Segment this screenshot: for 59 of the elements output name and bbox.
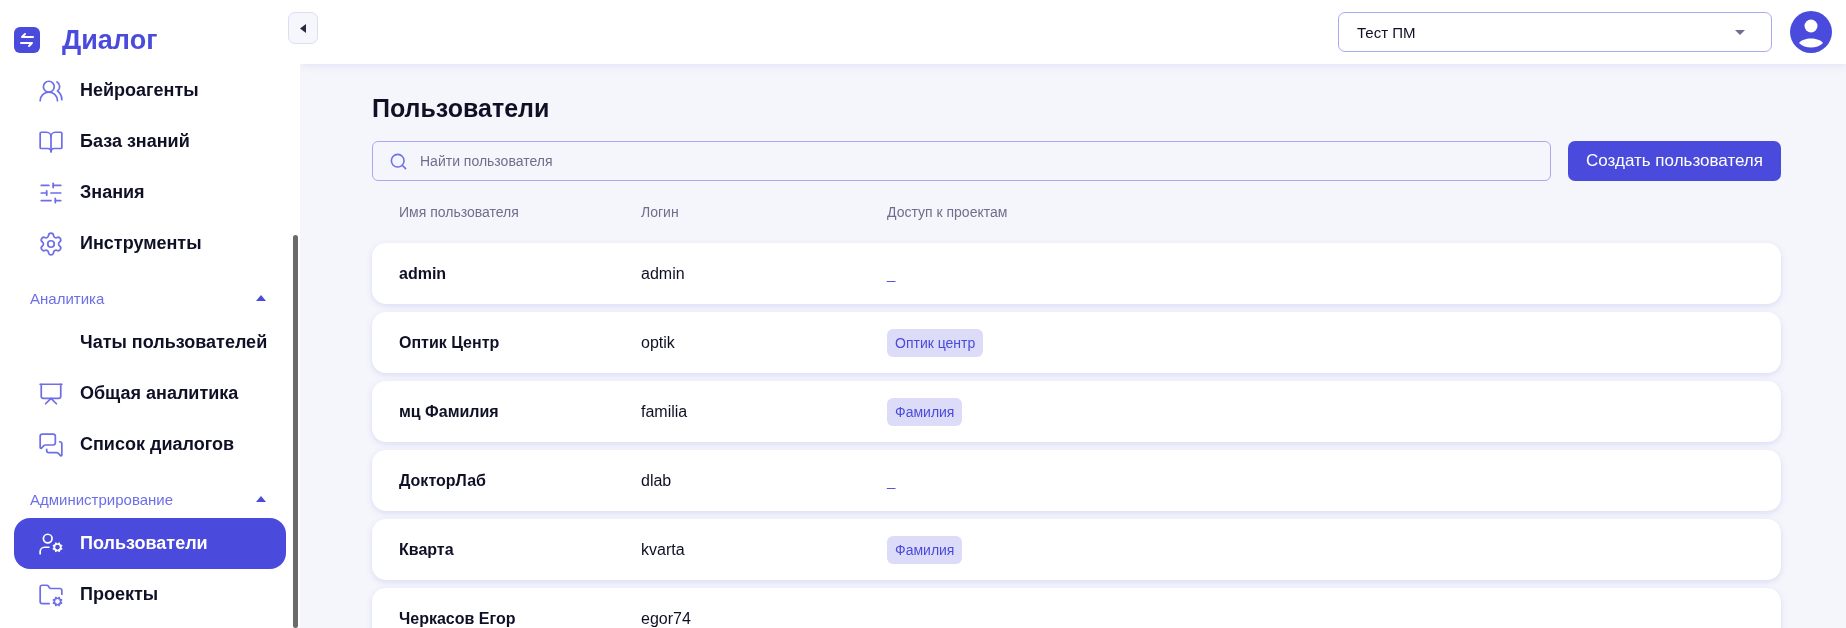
avatar-icon[interactable] [1790, 11, 1832, 53]
sidebar-item[interactable]: Чаты пользователей [14, 317, 286, 368]
user-row[interactable]: мц Фамилия familia Фамилия [372, 381, 1781, 442]
sidebar-item[interactable]: Нейроагенты [14, 65, 286, 116]
user-login: optik [641, 333, 676, 352]
project-tag: Фамилия [887, 535, 963, 564]
sliders-icon [38, 179, 64, 206]
user-name: admin [399, 264, 448, 283]
user-name: ДокторЛаб [399, 471, 487, 490]
sidebar-item[interactable]: Пользователи [14, 518, 286, 569]
caret-icon[interactable] [256, 496, 266, 502]
project-select[interactable]: Тест ПМ [1338, 12, 1772, 52]
user-login: kvarta [641, 540, 686, 559]
user-row[interactable]: Кварта kvarta Фамилия [372, 519, 1781, 580]
user-row[interactable]: Черкасов Егор egor74 [372, 588, 1781, 628]
search-input[interactable]: Найти пользователя [418, 152, 1534, 170]
caret-icon [1735, 29, 1745, 35]
empty-access: _ [887, 472, 896, 489]
collapse-button[interactable] [288, 12, 318, 44]
presentation-icon [38, 380, 64, 407]
section-title: Аналитика [30, 289, 105, 307]
empty-access: _ [887, 265, 896, 282]
user-name: Оптик Центр [399, 333, 501, 352]
section-title: Администрирование [30, 490, 174, 508]
user-name: Кварта [399, 540, 455, 559]
folder-gear-icon [38, 581, 64, 608]
settings-icon [38, 230, 64, 257]
column-header: Доступ к проектам [887, 204, 1009, 220]
scrollbar[interactable] [293, 235, 298, 628]
search-icon [389, 151, 408, 171]
project-tag: Оптик центр [887, 328, 984, 357]
user-name: мц Фамилия [399, 402, 500, 421]
sidebar-item[interactable]: Проекты [14, 569, 286, 620]
caret-icon[interactable] [256, 295, 266, 301]
page-title: Пользователи [372, 94, 551, 123]
user-row[interactable]: admin admin _ [372, 243, 1781, 304]
user-name: Черкасов Егор [399, 609, 517, 628]
column-header: Логин [641, 204, 680, 220]
column-header: Имя пользователя [399, 204, 520, 220]
sidebar-item[interactable]: Список диалогов [14, 419, 286, 470]
sidebar-item[interactable]: Общая аналитика [14, 368, 286, 419]
chat-icon [38, 431, 64, 458]
user-login: admin [641, 264, 686, 283]
user-row[interactable]: ДокторЛаб dlab _ [372, 450, 1781, 511]
user-row[interactable]: Оптик Центр optik Оптик центр [372, 312, 1781, 373]
user-login: dlab [641, 471, 673, 490]
users-icon [38, 77, 64, 104]
book-icon [38, 128, 64, 155]
search-field[interactable]: Найти пользователя [372, 141, 1551, 181]
logo-text: Диалог [62, 24, 158, 56]
sidebar-item[interactable]: Знания [14, 167, 286, 218]
project-tag: Фамилия [887, 397, 963, 426]
user-login: familia [641, 402, 689, 421]
logo-icon [14, 27, 40, 53]
user-login: egor74 [641, 609, 692, 628]
user-gear-icon [38, 530, 64, 557]
sidebar-item[interactable]: База знаний [14, 116, 286, 167]
sidebar-item[interactable]: Инструменты [14, 218, 286, 269]
create-user-button[interactable]: Создать пользователя [1568, 141, 1781, 181]
